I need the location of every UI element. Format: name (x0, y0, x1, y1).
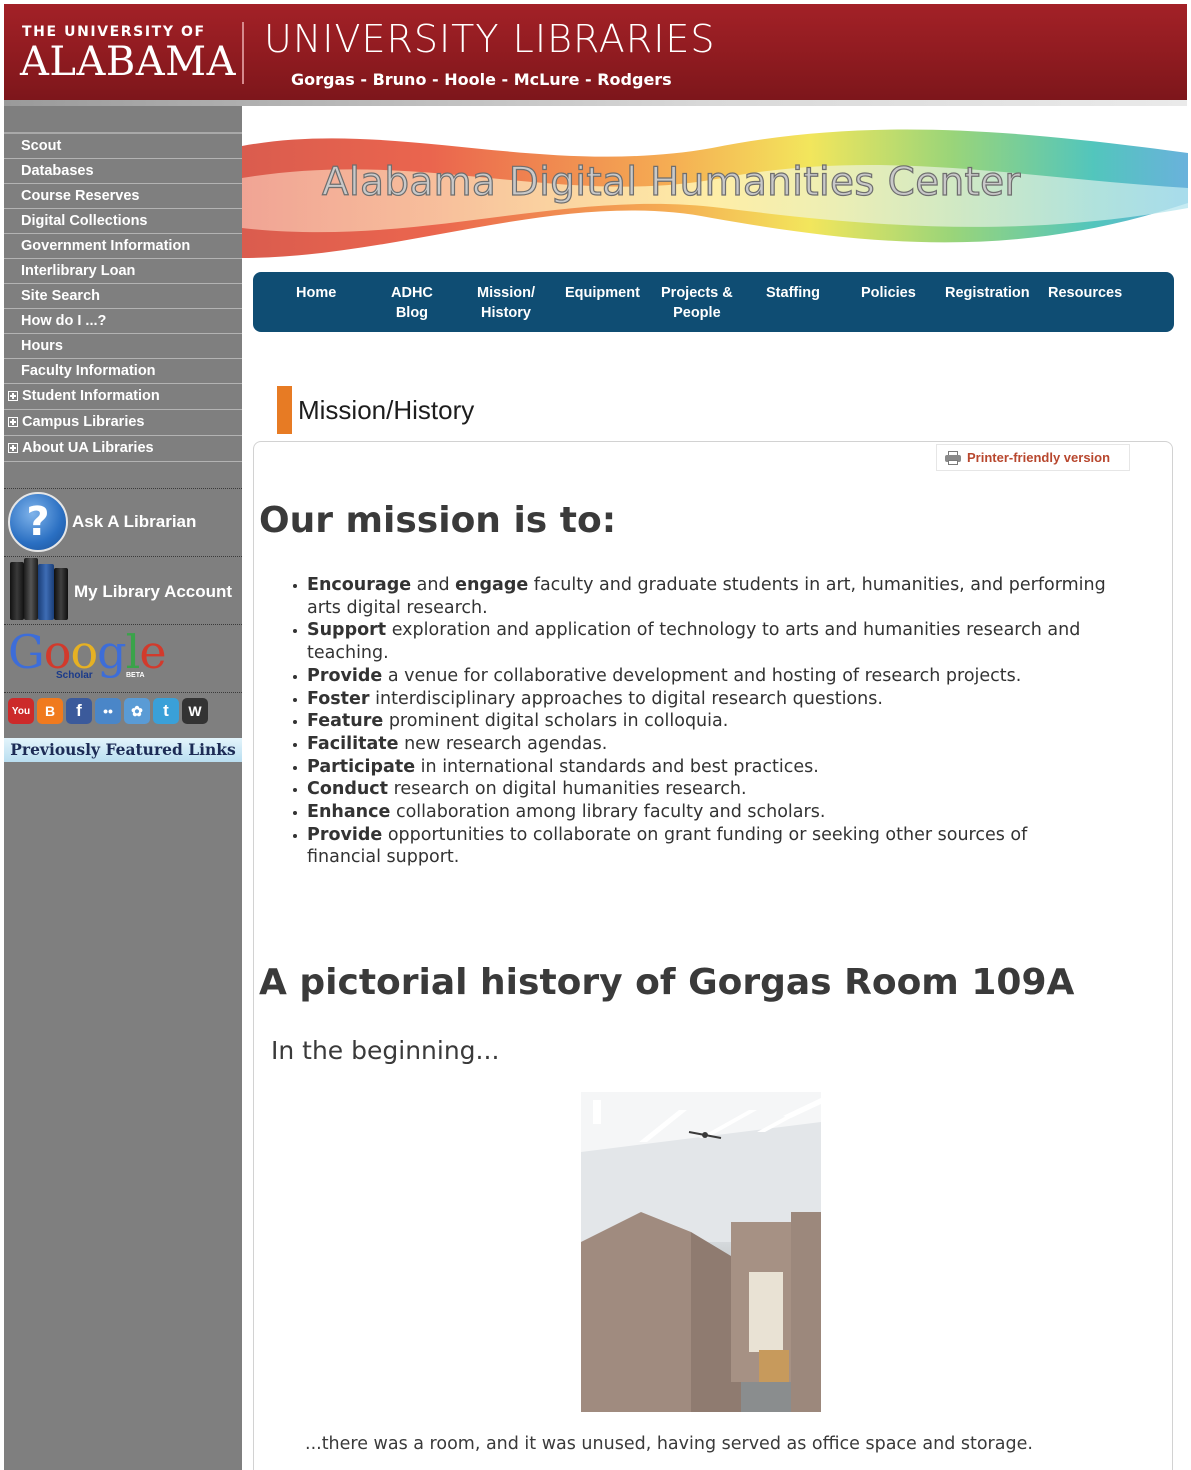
adhc-banner: Alabama Digital Humanities Center (242, 108, 1188, 268)
sidebar-item-label: Campus Libraries (22, 414, 145, 430)
sidebar-item-government-information[interactable]: Government Information (4, 234, 242, 259)
sidebar-item-site-search[interactable]: Site Search (4, 284, 242, 309)
list-item: Provide opportunities to collaborate on … (293, 824, 1087, 869)
title-accent-bar (277, 386, 292, 434)
tab-adhc-blog[interactable]: ADHC Blog (391, 283, 433, 323)
expand-plus-icon[interactable] (8, 443, 18, 453)
printer-icon (945, 450, 961, 465)
tab-projects-people[interactable]: Projects & People (661, 283, 733, 323)
university-libraries-title[interactable]: UNIVERSITY LIBRARIES (264, 16, 716, 62)
tab-staffing[interactable]: Staffing (766, 283, 820, 303)
sidebar-item-faculty-information[interactable]: Faculty Information (4, 359, 242, 384)
tab-home[interactable]: Home (296, 283, 336, 303)
tab-registration[interactable]: Registration (945, 283, 1030, 303)
sidebar: Scout Databases Course Reserves Digital … (4, 106, 242, 1470)
history-intro: In the beginning... (271, 1036, 500, 1065)
header-divider (242, 22, 244, 84)
previously-featured-links[interactable]: Previously Featured Links (4, 738, 242, 762)
list-item: Enhance collaboration among library facu… (293, 801, 1137, 824)
university-of-label: THE UNIVERSITY OF (22, 24, 206, 40)
books-icon (10, 558, 72, 624)
beta-label: BETA (126, 672, 145, 679)
page-title: Mission/History (298, 395, 475, 425)
sidebar-item-interlibrary-loan[interactable]: Interlibrary Loan (4, 259, 242, 284)
mission-heading: Our mission is to: (259, 500, 617, 541)
list-item: Feature prominent digital scholars in co… (293, 710, 1137, 733)
sidebar-item-digital-collections[interactable]: Digital Collections (4, 209, 242, 234)
list-item: Encourage and engage faculty and graduat… (293, 574, 1137, 619)
printer-friendly-label[interactable]: Printer-friendly version (967, 450, 1110, 465)
sidebar-item-how-do-i[interactable]: How do I ...? (4, 309, 242, 334)
sidebar-item-student-information[interactable]: Student Information (4, 384, 242, 410)
list-item: Provide a venue for collaborative develo… (293, 665, 1137, 688)
tab-mission-history[interactable]: Mission/ History (477, 283, 535, 323)
flickr-icon[interactable]: •• (95, 698, 121, 724)
google-scholar-link[interactable]: Google Scholar BETA (8, 626, 168, 688)
sidebar-item-label: Student Information (22, 388, 160, 404)
expand-plus-icon[interactable] (8, 391, 18, 401)
ask-a-librarian-link[interactable]: ? Ask A Librarian (6, 488, 242, 554)
wordpress-icon[interactable]: W (182, 698, 208, 724)
twitter-icon[interactable]: t (153, 698, 179, 724)
center-nav: Home ADHC Blog Mission/ History Equipmen… (253, 272, 1174, 332)
photo-caption: ...there was a room, and it was unused, … (305, 1434, 1033, 1454)
blogger-icon[interactable]: B (37, 698, 63, 724)
sidebar-dotted-divider (4, 692, 242, 693)
tab-resources[interactable]: Resources (1048, 283, 1122, 303)
youtube-icon[interactable]: You (8, 698, 34, 724)
alabama-logo-text[interactable]: ALABAMA (20, 40, 236, 84)
list-item: Participate in international standards a… (293, 756, 1137, 779)
list-item: Conduct research on digital humanities r… (293, 778, 1137, 801)
sidebar-dotted-divider (4, 556, 242, 557)
expand-plus-icon[interactable] (8, 417, 18, 427)
sidebar-nav: Scout Databases Course Reserves Digital … (4, 134, 242, 462)
facebook-icon[interactable]: f (66, 698, 92, 724)
room-photo[interactable] (581, 1092, 821, 1412)
question-mark-icon: ? (8, 492, 68, 552)
my-library-account-label: My Library Account (74, 582, 233, 601)
library-branches: Gorgas - Bruno - Hoole - McLure - Rodger… (291, 70, 672, 89)
sidebar-item-scout[interactable]: Scout (4, 134, 242, 159)
sidebar-item-campus-libraries[interactable]: Campus Libraries (4, 410, 242, 436)
room-photo-drawing (581, 1092, 821, 1412)
list-item: Facilitate new research agendas. (293, 733, 1137, 756)
mission-list: Encourage and engage faculty and graduat… (293, 574, 1137, 869)
sidebar-item-course-reserves[interactable]: Course Reserves (4, 184, 242, 209)
picasa-icon[interactable]: ✿ (124, 698, 150, 724)
tab-policies[interactable]: Policies (861, 283, 916, 303)
history-heading: A pictorial history of Gorgas Room 109A (259, 962, 1075, 1003)
list-item: Foster interdisciplinary approaches to d… (293, 688, 1137, 711)
sidebar-item-databases[interactable]: Databases (4, 159, 242, 184)
tab-equipment[interactable]: Equipment (565, 283, 640, 303)
social-links: You B f •• ✿ t W (8, 698, 208, 726)
ask-a-librarian-label: Ask A Librarian (72, 512, 197, 531)
sidebar-item-about-ua-libraries[interactable]: About UA Libraries (4, 436, 242, 462)
sidebar-item-hours[interactable]: Hours (4, 334, 242, 359)
scholar-label: Scholar (56, 670, 93, 681)
printer-friendly-link[interactable]: Printer-friendly version (936, 444, 1130, 471)
sidebar-item-label: About UA Libraries (22, 440, 154, 456)
banner-title: Alabama Digital Humanities Center (321, 159, 1021, 205)
site-header: THE UNIVERSITY OF ALABAMA UNIVERSITY LIB… (4, 4, 1187, 100)
list-item: Support exploration and application of t… (293, 619, 1137, 664)
my-library-account-link[interactable]: My Library Account (6, 558, 242, 624)
